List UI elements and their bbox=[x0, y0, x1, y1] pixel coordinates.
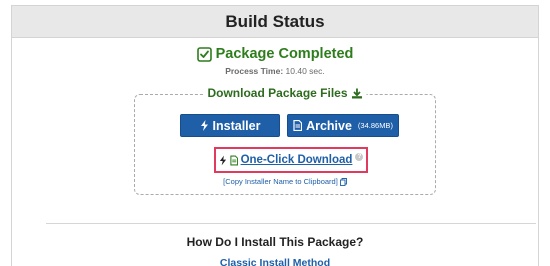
process-time-label: Process Time: bbox=[225, 66, 284, 76]
copy-installer-name-text: [Copy Installer Name to Clipboard] bbox=[223, 177, 338, 186]
check-square-icon bbox=[196, 46, 212, 62]
bolt-icon bbox=[219, 155, 227, 166]
installer-button[interactable]: Installer bbox=[180, 114, 280, 137]
process-time: Process Time: 10.40 sec. bbox=[12, 66, 538, 76]
process-time-value: 10.40 sec. bbox=[285, 66, 325, 76]
download-package-box: Download Package Files Installer Archive… bbox=[134, 86, 436, 195]
status-text: Package Completed bbox=[215, 46, 354, 62]
copy-icon bbox=[339, 177, 347, 186]
one-click-download-link[interactable]: One-Click Download bbox=[241, 154, 353, 166]
download-package-title: Download Package Files bbox=[203, 86, 367, 100]
classic-install-method-link[interactable]: Classic Install Method bbox=[12, 257, 538, 266]
help-icon[interactable]: ? bbox=[355, 152, 364, 161]
download-title-text: Download Package Files bbox=[207, 86, 348, 100]
copy-installer-name-link[interactable]: [Copy Installer Name to Clipboard] bbox=[135, 177, 435, 186]
status-row: Package Completed bbox=[12, 46, 538, 62]
file-icon bbox=[229, 155, 238, 166]
bolt-icon bbox=[200, 120, 209, 131]
installer-button-label: Installer bbox=[212, 118, 261, 133]
panel-title: Build Status bbox=[12, 6, 538, 38]
section-divider bbox=[46, 223, 536, 224]
download-arrow-icon bbox=[352, 88, 363, 99]
archive-size: (34.86MB) bbox=[357, 121, 393, 130]
one-click-download-highlight: One-Click Download ? bbox=[214, 147, 368, 173]
file-icon bbox=[293, 120, 303, 131]
archive-button[interactable]: Archive (34.86MB) bbox=[287, 114, 399, 137]
build-status-panel: Build Status Package Completed Process T… bbox=[11, 5, 539, 266]
archive-button-label: Archive bbox=[306, 118, 352, 133]
install-question-heading: How Do I Install This Package? bbox=[186, 235, 364, 249]
